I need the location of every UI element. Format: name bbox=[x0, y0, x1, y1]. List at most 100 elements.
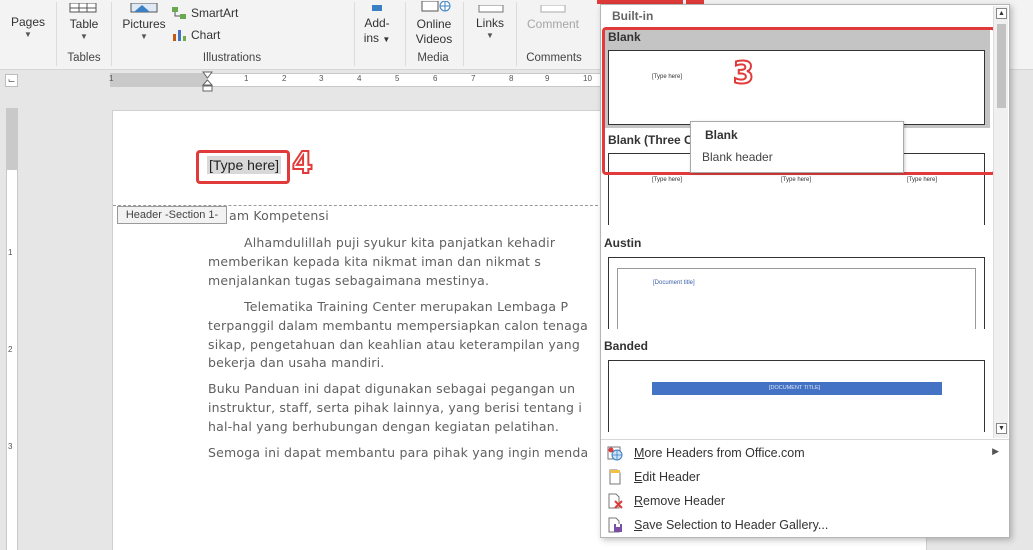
menu-item-label: Edit Header bbox=[634, 470, 701, 484]
doc-line: Buku Panduan ini dapat digunakan sebagai… bbox=[208, 381, 576, 396]
scroll-thumb[interactable] bbox=[997, 24, 1006, 108]
pages-button[interactable]: Pages ▼ bbox=[8, 15, 48, 40]
thumb-text: [DOCUMENT TITLE] bbox=[769, 385, 821, 391]
annotation-box-4 bbox=[196, 150, 290, 184]
gallery-item-label: Austin bbox=[604, 236, 642, 250]
pages-label: Pages bbox=[10, 15, 46, 29]
vertical-ruler-margin bbox=[6, 108, 18, 170]
pictures-button[interactable]: Pictures ▼ bbox=[120, 17, 168, 42]
chevron-down-icon: ▼ bbox=[80, 32, 88, 41]
doc-line: am Kompetensi bbox=[229, 208, 329, 223]
chevron-down-icon: ▼ bbox=[140, 32, 148, 41]
illustrations-group-label: Illustrations bbox=[202, 52, 262, 64]
menu-item-edit-header[interactable]: Edit Header bbox=[601, 465, 1009, 489]
table-label: Table bbox=[69, 17, 99, 31]
pictures-label: Pictures bbox=[122, 17, 166, 31]
chart-label: Chart bbox=[191, 28, 221, 42]
thumb-text: [Type here] bbox=[781, 177, 812, 183]
ribbon-separator bbox=[111, 2, 112, 66]
doc-line: bekerja dan usaha mandiri. bbox=[208, 355, 385, 370]
page-icon bbox=[609, 469, 621, 485]
menu-item-remove-header[interactable]: Remove Header bbox=[601, 489, 1009, 513]
menu-item-save-selection[interactable]: Save Selection to Header Gallery... bbox=[601, 513, 1009, 537]
pictures-icon bbox=[130, 0, 158, 18]
smartart-button[interactable]: SmartArt bbox=[171, 6, 238, 20]
ruler-number: 6 bbox=[433, 74, 438, 83]
addins-label-1: Add- bbox=[364, 16, 390, 30]
doc-line: sikap, pengetahuan dan keahlian atau ket… bbox=[208, 337, 581, 352]
indent-marker-icon[interactable] bbox=[202, 71, 213, 93]
scroll-down-icon[interactable]: ▼ bbox=[996, 423, 1007, 434]
online-videos-label-1: Online bbox=[416, 17, 452, 31]
chart-icon bbox=[173, 30, 186, 41]
online-videos-label-2: Videos bbox=[415, 32, 453, 46]
header-section-tag: Header -Section 1- bbox=[117, 206, 227, 224]
vruler-number: 1 bbox=[8, 248, 13, 257]
ruler-number: 7 bbox=[471, 74, 476, 83]
chevron-down-icon: ▼ bbox=[24, 30, 32, 39]
chevron-down-icon: ▼ bbox=[486, 31, 494, 40]
ribbon-separator bbox=[56, 2, 57, 66]
ruler-left-margin bbox=[110, 73, 207, 87]
ruler-number: 9 bbox=[545, 74, 550, 83]
chart-button[interactable]: Chart bbox=[171, 28, 220, 42]
addins-label-2: ins ▼ bbox=[363, 31, 391, 45]
thumb-text: [Type here] bbox=[907, 177, 938, 183]
austin-frame bbox=[617, 268, 976, 329]
annotation-number-4: 4 bbox=[291, 145, 314, 182]
tooltip-description: Blank header bbox=[702, 150, 773, 164]
annotation-number-3: 3 bbox=[732, 55, 755, 92]
comment-icon bbox=[540, 0, 566, 18]
doc-line: memberikan kepada kita nikmat iman dan n… bbox=[208, 254, 542, 269]
menu-item-label: Save Selection to Header Gallery... bbox=[634, 518, 829, 532]
ruler-number: 3 bbox=[319, 74, 324, 83]
ruler-number: 8 bbox=[509, 74, 514, 83]
thumbnail-banded[interactable]: [DOCUMENT TITLE] bbox=[608, 360, 985, 432]
doc-line: Semoga ini dapat membantu para pihak yan… bbox=[208, 445, 589, 460]
ruler-number: 1 bbox=[109, 74, 114, 83]
ruler-number: 5 bbox=[395, 74, 400, 83]
ruler-number: 10 bbox=[583, 74, 592, 83]
thumb-text: [Type here] bbox=[652, 177, 683, 183]
tooltip: Blank Blank header bbox=[690, 121, 904, 173]
doc-line: hal-hal yang berhubungan dengan kegiatan… bbox=[208, 419, 559, 434]
comment-button[interactable]: Comment bbox=[522, 17, 584, 32]
remove-page-icon bbox=[608, 493, 623, 509]
thumbnail-austin[interactable]: [Document title] bbox=[608, 257, 985, 329]
gallery-item-label: Banded bbox=[604, 339, 649, 353]
vruler-number: 3 bbox=[8, 442, 13, 451]
gallery-scrollbar[interactable]: ▲ ▼ bbox=[993, 6, 1008, 438]
menu-item-label: Remove Header bbox=[634, 494, 726, 508]
comments-group-label: Comments bbox=[526, 52, 582, 64]
ribbon-separator bbox=[405, 2, 406, 66]
menu-item-label: More Headers from Office.com bbox=[634, 446, 805, 460]
builtin-label: Built-in bbox=[612, 9, 654, 23]
save-gallery-icon bbox=[608, 517, 622, 533]
thumb-text: [Document title] bbox=[653, 280, 695, 286]
online-video-icon bbox=[420, 0, 452, 18]
menu-item-more-headers[interactable]: More Headers from Office.com ▶ bbox=[601, 441, 1009, 465]
ribbon-separator bbox=[516, 2, 517, 66]
smartart-label: SmartArt bbox=[191, 6, 239, 20]
links-label: Links bbox=[475, 16, 504, 30]
scroll-up-icon[interactable]: ▲ bbox=[996, 8, 1007, 19]
vertical-ruler[interactable] bbox=[6, 108, 18, 550]
doc-line: menjalankan tugas sebagaimana mestinya. bbox=[208, 273, 490, 288]
ribbon-separator bbox=[354, 2, 355, 66]
addins-button[interactable]: Add- ins ▼ bbox=[357, 16, 397, 47]
ribbon-separator bbox=[463, 2, 464, 66]
tooltip-title: Blank bbox=[705, 128, 738, 142]
table-button[interactable]: Table ▼ bbox=[64, 17, 104, 42]
tab-selector[interactable]: ⌙ bbox=[5, 74, 18, 87]
menu-separator bbox=[601, 439, 1009, 440]
doc-line: terpanggil dalam membantu mempersiapkan … bbox=[208, 318, 588, 333]
doc-line: Alhamdulillah puji syukur kita panjatkan… bbox=[244, 235, 556, 250]
links-button[interactable]: Links ▼ bbox=[470, 16, 510, 41]
ruler-number: 4 bbox=[357, 74, 362, 83]
tables-group-label: Tables bbox=[67, 52, 101, 64]
doc-line: Telematika Training Center merupakan Lem… bbox=[244, 299, 569, 314]
online-videos-button[interactable]: Online Videos bbox=[410, 17, 458, 47]
submenu-arrow-icon: ▶ bbox=[992, 446, 999, 456]
comment-label: Comment bbox=[526, 17, 579, 31]
table-icon bbox=[69, 0, 97, 18]
